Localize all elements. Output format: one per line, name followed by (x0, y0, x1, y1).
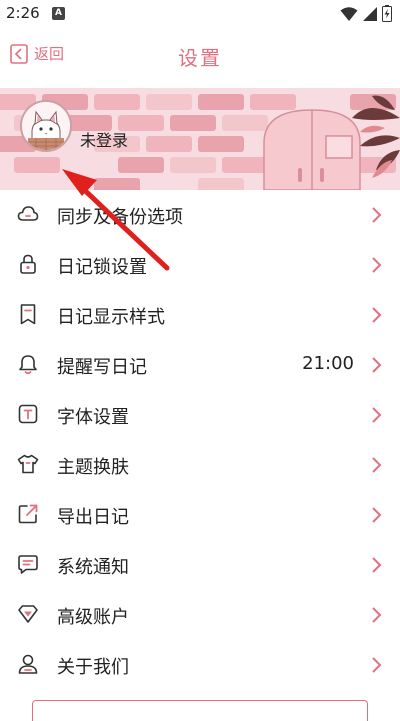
avatar[interactable] (20, 100, 72, 152)
battery-icon (382, 5, 392, 22)
status-time: 2:26 (6, 4, 40, 22)
message-icon (18, 555, 38, 574)
chevron-right-icon (372, 357, 382, 373)
chevron-right-icon (372, 507, 382, 523)
settings-item-about[interactable]: 关于我们 (0, 640, 400, 690)
chevron-right-icon (372, 457, 382, 473)
settings-item-label: 高级账户 (57, 607, 129, 628)
reminder-time-value: 21:00 (302, 353, 354, 374)
bookmark-icon (20, 304, 36, 325)
settings-item-label: 系统通知 (57, 557, 129, 578)
settings-item-label: 提醒写日记 (57, 357, 147, 378)
wifi-icon (340, 6, 358, 21)
signal-icon (363, 6, 377, 21)
settings-item-display-style[interactable]: 日记显示样式 (0, 290, 400, 340)
settings-item-premium[interactable]: 高级账户 (0, 590, 400, 640)
status-bar: 2:26 A (0, 0, 400, 28)
settings-item-label: 日记显示样式 (57, 307, 165, 328)
settings-item-label: 主题换肤 (57, 457, 129, 478)
logout-button-partial[interactable] (32, 700, 368, 721)
chevron-right-icon (372, 607, 382, 623)
settings-item-label: 关于我们 (57, 657, 129, 678)
settings-item-font[interactable]: 字体设置 (0, 390, 400, 440)
settings-item-reminder[interactable]: 提醒写日记 21:00 (0, 340, 400, 390)
settings-item-label: 字体设置 (57, 407, 129, 428)
settings-list: 同步及备份选项 日记锁设置 日记显示样式 提醒写日记 21:00 字体设置 主题… (0, 190, 400, 690)
export-icon (18, 504, 38, 524)
person-icon (18, 654, 38, 674)
cloud-icon (17, 206, 39, 221)
font-icon (18, 404, 38, 424)
tshirt-icon (17, 454, 39, 474)
gem-icon (18, 605, 38, 623)
settings-item-diary-lock[interactable]: 日记锁设置 (0, 240, 400, 290)
chevron-right-icon (372, 207, 382, 223)
chevron-right-icon (372, 657, 382, 673)
settings-item-label: 日记锁设置 (57, 257, 147, 278)
settings-item-theme[interactable]: 主题换肤 (0, 440, 400, 490)
settings-item-label: 导出日记 (57, 507, 129, 528)
notification-icon: A (52, 7, 65, 20)
header: 返回 设置 (0, 28, 400, 86)
chevron-right-icon (372, 407, 382, 423)
chevron-right-icon (372, 307, 382, 323)
login-status[interactable]: 未登录 (80, 127, 128, 151)
page-title: 设置 (178, 46, 222, 70)
bell-icon (19, 355, 37, 375)
cat-avatar-icon (22, 102, 70, 150)
settings-item-sync-backup[interactable]: 同步及备份选项 (0, 190, 400, 240)
settings-item-label: 同步及备份选项 (57, 207, 183, 228)
settings-item-notifications[interactable]: 系统通知 (0, 540, 400, 590)
chevron-right-icon (372, 557, 382, 573)
settings-item-export[interactable]: 导出日记 (0, 490, 400, 540)
chevron-right-icon (372, 257, 382, 273)
lock-icon (20, 254, 36, 274)
